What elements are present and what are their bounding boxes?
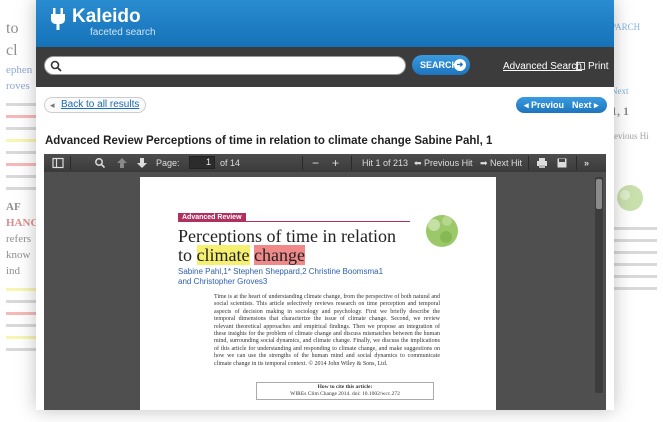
journal-logo-icon — [426, 215, 458, 247]
arrow-right-icon: ➜ — [454, 59, 466, 71]
search-hit-climate: climate — [196, 245, 250, 265]
search-button[interactable]: SEARCH ➜ — [412, 55, 470, 75]
app-header: Kaleido faceted search — [36, 0, 614, 47]
authors-line1: Sabine Pahl,1* Stephen Sheppard,2 Christ… — [178, 267, 384, 276]
zoom-out-button[interactable]: − — [312, 157, 319, 169]
print-label: Print — [588, 61, 609, 72]
pdf-scrollbar[interactable] — [595, 177, 603, 393]
article-abstract: Time is at the heart of understanding cl… — [214, 294, 440, 367]
previous-hit-label: Previous Hit — [424, 158, 473, 168]
scrollbar-thumb[interactable] — [596, 179, 602, 209]
page-number-input[interactable]: 1 — [189, 156, 215, 169]
article-title-line1: Perceptions of time in relation — [178, 226, 396, 246]
result-navigation: ◂ Back to all results ◂ Previous Next ▸ — [36, 97, 614, 115]
search-hit-change: change — [254, 245, 305, 265]
citation-box: How to cite this article: WIREs Clim Cha… — [256, 382, 434, 400]
chevron-left-icon: ◂ — [50, 100, 55, 110]
next-hit-label: Next Hit — [490, 158, 523, 168]
sidebar-toggle-icon[interactable] — [52, 157, 64, 169]
chevron-right-icon: ▸ — [591, 100, 599, 110]
app-subtitle: faceted search — [90, 27, 156, 38]
search-input[interactable] — [44, 56, 406, 75]
zoom-in-button[interactable]: + — [332, 157, 339, 169]
hit-status: Hit 1 of 213 — [362, 158, 409, 168]
back-label: Back to all results — [61, 99, 140, 110]
tools-menu-icon[interactable]: » — [584, 157, 589, 169]
app-window: Kaleido faceted search SEARCH ➜ Advanced… — [36, 0, 614, 410]
advanced-search-link[interactable]: Advanced Search — [503, 61, 582, 72]
find-icon[interactable] — [94, 157, 106, 169]
print-button[interactable]: Print — [576, 61, 609, 72]
plug-icon — [51, 8, 65, 30]
citation-title: How to cite this article: — [317, 384, 373, 390]
article-title: Perceptions of time in relation to clima… — [178, 227, 396, 265]
app-name: Kaleido — [72, 6, 141, 27]
pdf-viewer: Page: 1 of 14 − + Hit 1 of 213 ⬅ Previou… — [44, 154, 606, 410]
previous-page-icon[interactable] — [116, 157, 128, 169]
authors-line2: and Christopher Groves3 — [178, 277, 268, 286]
chevron-left-icon: ◂ — [524, 100, 532, 110]
pdf-page: Advanced Review Perceptions of time in r… — [140, 177, 496, 410]
pdf-toolbar: Page: 1 of 14 − + Hit 1 of 213 ⬅ Previou… — [44, 154, 606, 172]
article-authors: Sabine Pahl,1* Stephen Sheppard,2 Christ… — [178, 267, 383, 287]
printer-icon — [576, 62, 585, 70]
next-hit-button[interactable]: ➡ Next Hit — [480, 157, 522, 169]
page-total: of 14 — [220, 158, 241, 168]
document-title: Advanced Review Perceptions of time in r… — [45, 135, 493, 147]
arrow-right-icon: ➡ — [480, 158, 491, 168]
search-bar: SEARCH ➜ Advanced Search Print — [36, 47, 614, 87]
page-label: Page: — [156, 158, 180, 168]
previous-hit-button[interactable]: ⬅ Previous Hit — [414, 157, 473, 169]
save-icon[interactable] — [556, 157, 568, 169]
arrow-left-icon: ⬅ — [414, 158, 425, 168]
journal-logo-icon — [617, 185, 643, 211]
article-title-prefix: to — [178, 245, 197, 265]
next-label: Next — [572, 100, 592, 110]
print-icon[interactable] — [536, 157, 548, 169]
pdf-canvas[interactable]: Advanced Review Perceptions of time in r… — [44, 172, 606, 410]
next-page-icon[interactable] — [136, 157, 148, 169]
next-result-button[interactable]: Next ▸ — [564, 97, 607, 113]
citation-text: WIREs Clim Change 2014. doi: 10.1002/wcc… — [290, 391, 400, 397]
back-to-results-button[interactable]: ◂ Back to all results — [44, 97, 147, 113]
search-button-label: SEARCH — [420, 60, 459, 70]
search-icon — [50, 60, 62, 72]
